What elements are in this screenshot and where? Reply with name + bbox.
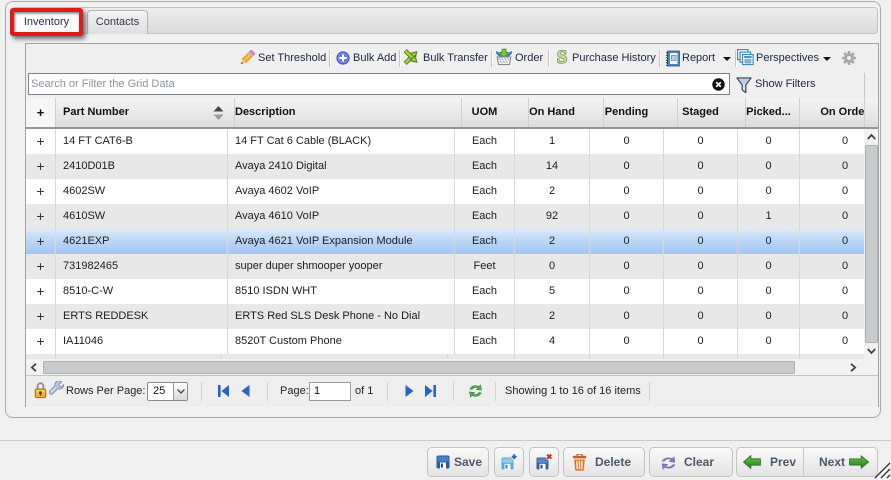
svg-text:S: S bbox=[557, 48, 568, 67]
